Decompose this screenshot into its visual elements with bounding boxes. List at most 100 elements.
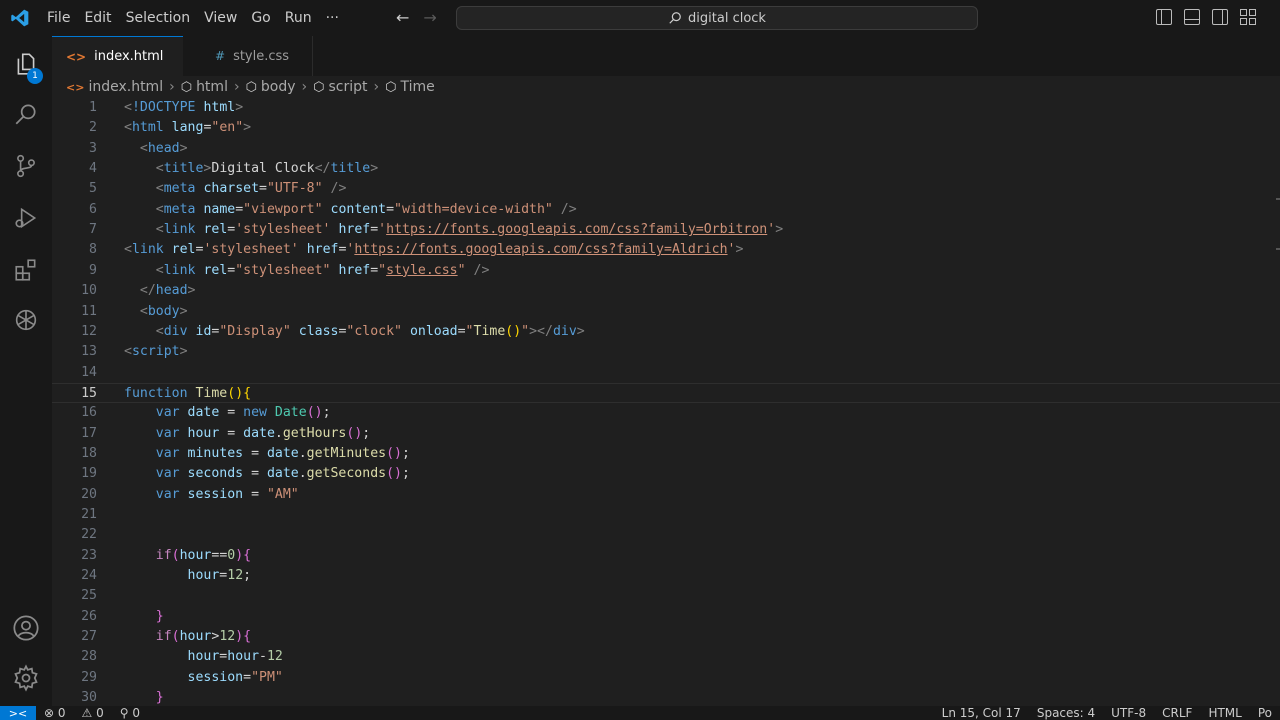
code-line[interactable]: 24 hour=12; (52, 566, 1280, 586)
code-line[interactable]: 10 </head> (52, 281, 1280, 301)
code-line[interactable]: 7 <link rel='stylesheet' href='https://f… (52, 220, 1280, 240)
code-line[interactable]: 19 var seconds = date.getSeconds(); (52, 464, 1280, 484)
code-line[interactable]: 30 } (52, 688, 1280, 706)
back-arrow-icon[interactable]: ← (396, 8, 409, 27)
code-line[interactable]: 25 (52, 586, 1280, 606)
code-line[interactable]: 27 if(hour>12){ (52, 627, 1280, 647)
line-number: 6 (89, 201, 97, 217)
explorer-icon[interactable]: 1 (0, 40, 52, 88)
code-text: </head> (124, 281, 196, 301)
problems-errors[interactable]: ⊗ 0 (36, 706, 74, 720)
code-text: <div id="Display" class="clock" onload="… (124, 322, 585, 342)
menu-edit[interactable]: Edit (77, 0, 118, 36)
toggle-secondary-sidebar-icon[interactable] (1212, 9, 1228, 25)
status-extra[interactable]: Po (1250, 706, 1280, 720)
code-line[interactable]: 6 <meta name="viewport" content="width=d… (52, 200, 1280, 220)
cursor-position[interactable]: Ln 15, Col 17 (934, 706, 1029, 720)
run-debug-icon[interactable] (0, 194, 52, 242)
tab-index-html[interactable]: <> index.html (52, 36, 183, 76)
line-number: 27 (81, 629, 97, 645)
code-line[interactable]: 28 hour=hour-12 (52, 647, 1280, 667)
code-token: () (227, 385, 244, 401)
line-number: 24 (81, 568, 97, 584)
code-line[interactable]: 21 (52, 505, 1280, 525)
line-number: 14 (81, 364, 97, 380)
code-line[interactable]: 4 <title>Digital Clock</title> (52, 159, 1280, 179)
breadcrumb-html[interactable]: › ⬡ html (167, 79, 228, 95)
problems-warnings[interactable]: ⚠ 0 (74, 706, 112, 720)
code-token: Digital Clock (211, 161, 315, 177)
ports-indicator[interactable]: ⚲ 0 (112, 706, 148, 720)
encoding[interactable]: UTF-8 (1103, 706, 1154, 720)
code-line[interactable]: 26 } (52, 607, 1280, 627)
search-view-icon[interactable] (0, 90, 52, 138)
breadcrumb-body[interactable]: › ⬡ body (232, 79, 296, 95)
code-line[interactable]: 3 <head> (52, 139, 1280, 159)
code-line[interactable]: 22 (52, 525, 1280, 545)
code-text: <link rel="stylesheet" href="style.css" … (124, 261, 490, 281)
code-editor[interactable]: 1 <!DOCTYPE html> 2 <html lang="en"> 3 <head… (52, 98, 1280, 706)
code-token: ' (378, 222, 387, 238)
breadcrumb-file[interactable]: <> index.html (66, 79, 163, 95)
menu-go[interactable]: Go (244, 0, 277, 36)
code-line[interactable]: 11 <body> (52, 302, 1280, 322)
code-line[interactable]: 16 var date = new Date(); (52, 403, 1280, 423)
code-line[interactable]: 9 <link rel="stylesheet" href="style.css… (52, 261, 1280, 281)
menu-file[interactable]: File (40, 0, 77, 36)
remote-indicator-icon[interactable]: >< (0, 706, 36, 720)
code-text: <meta charset="UTF-8" /> (124, 179, 347, 199)
code-line[interactable]: 23 if(hour==0){ (52, 546, 1280, 566)
code-line[interactable]: 20 var session = "AM" (52, 485, 1280, 505)
code-token: getHours (282, 425, 347, 441)
toggle-primary-sidebar-icon[interactable] (1156, 9, 1172, 25)
end-of-line[interactable]: CRLF (1154, 706, 1200, 720)
line-number: 21 (81, 507, 97, 522)
tab-style-css[interactable]: # style.css (183, 36, 313, 76)
menu-run[interactable]: Run (278, 0, 319, 36)
code-line[interactable]: 13 <script> (52, 342, 1280, 362)
settings-gear-icon[interactable] (0, 654, 52, 702)
code-line[interactable]: 8 <link rel='stylesheet' href='https://fo… (52, 240, 1280, 260)
code-line[interactable]: 18 var minutes = date.getMinutes(); (52, 444, 1280, 464)
code-text: var session = "AM" (124, 485, 299, 505)
code-token: minutes (187, 445, 244, 461)
customize-layout-icon[interactable] (1240, 9, 1256, 25)
chatgpt-icon[interactable] (0, 296, 52, 344)
code-token: "Display" (219, 323, 291, 339)
code-token: > (179, 344, 188, 360)
code-text: hour=hour-12 (124, 647, 283, 667)
menu-more[interactable]: ··· (319, 0, 346, 36)
code-token: ) (235, 547, 244, 563)
breadcrumb-script[interactable]: › ⬡ script (300, 79, 368, 95)
code-line[interactable]: 17 var hour = date.getHours(); (52, 424, 1280, 444)
code-line[interactable]: 2 <html lang="en"> (52, 118, 1280, 138)
menu-selection[interactable]: Selection (119, 0, 198, 36)
code-line[interactable]: 1 <!DOCTYPE html> (52, 98, 1280, 118)
code-line[interactable]: 15 function Time(){ (52, 382, 1280, 403)
editor-tabs: <> index.html # style.css (52, 36, 1280, 76)
forward-arrow-icon[interactable]: → (423, 8, 436, 27)
code-line[interactable]: 29 session="PM" (52, 668, 1280, 688)
code-line[interactable]: 5 <meta charset="UTF-8" /> (52, 179, 1280, 199)
code-token: 12 (266, 649, 283, 665)
toggle-panel-icon[interactable] (1184, 9, 1200, 25)
breadcrumb-time[interactable]: › ⬡ Time (372, 79, 435, 95)
menu-view[interactable]: View (197, 0, 244, 36)
code-line[interactable]: 12 <div id="Display" class="clock" onloa… (52, 322, 1280, 342)
language-mode[interactable]: HTML (1200, 706, 1249, 720)
accounts-icon[interactable] (0, 604, 52, 652)
indentation[interactable]: Spaces: 4 (1029, 706, 1103, 720)
extensions-icon[interactable] (0, 246, 52, 294)
code-line[interactable]: 14 (52, 363, 1280, 383)
source-control-icon[interactable] (0, 142, 52, 190)
code-token: body (147, 303, 180, 319)
code-token: < (155, 262, 164, 278)
command-center-search[interactable]: digital clock (456, 6, 978, 30)
code-token: = (243, 486, 267, 502)
